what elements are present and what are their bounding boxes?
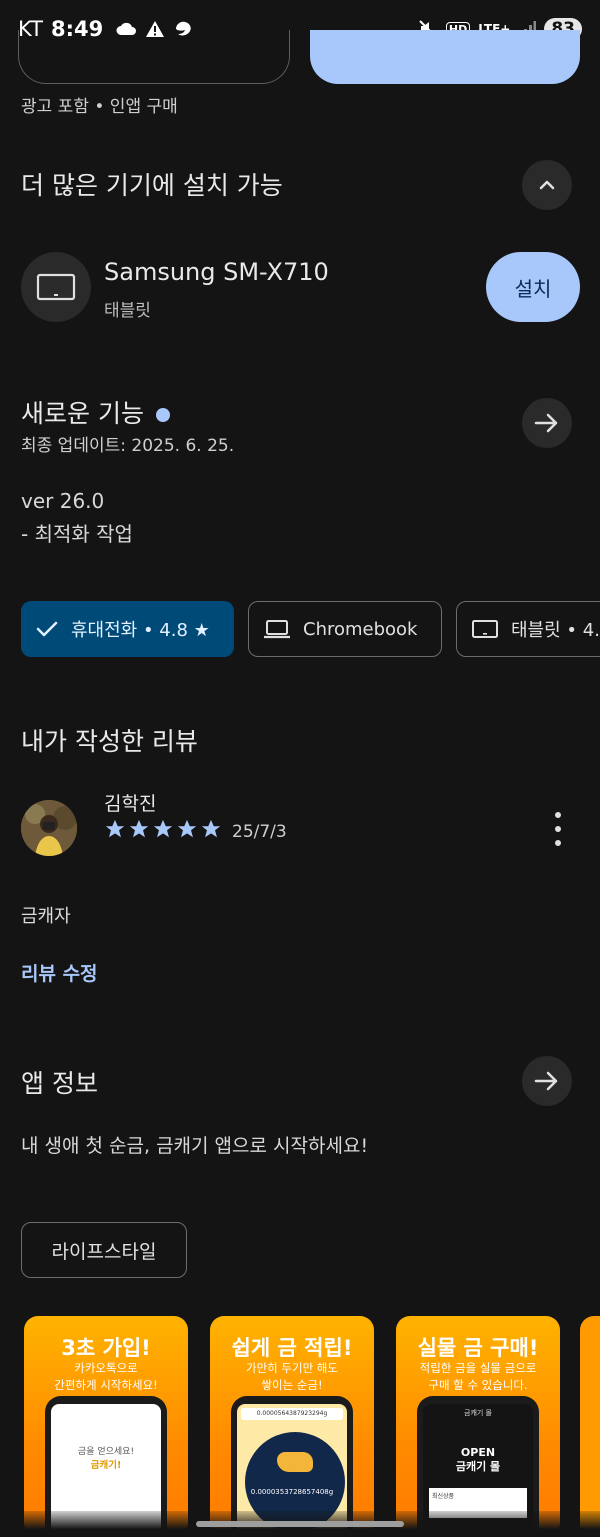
screen-value: 0.0000353728657408g (250, 1488, 334, 1496)
star-icon (129, 819, 149, 838)
screen-open-banner: OPEN 금캐기 몰 (455, 1446, 501, 1473)
star-rating (104, 818, 222, 840)
open-button[interactable] (310, 30, 580, 84)
review-text: 금캐자 (21, 906, 71, 927)
gold-nugget-icon (277, 1452, 313, 1472)
chip-tablet-label: 태블릿 • 4.9 (511, 620, 600, 641)
tablet-icon (36, 273, 76, 301)
more-vert-icon (555, 840, 561, 846)
screenshot-headline: 실물 금 구매! (417, 1336, 539, 1360)
review-date: 25/7/3 (232, 822, 287, 842)
screen-topbar: 금캐기 몰 (464, 1409, 492, 1417)
ads-inapp-label: 광고 포함 • 인앱 구매 (21, 97, 178, 117)
chip-phone-label: 휴대전화 • 4.8 ★ (71, 620, 210, 641)
arrow-right-icon (534, 1071, 558, 1091)
screen-text: 금을 얻으세요! (77, 1447, 135, 1457)
version-text: ver 26.0 (21, 489, 105, 513)
more-vert-icon (555, 812, 561, 818)
chevron-up-icon (539, 180, 555, 190)
star-icon (177, 819, 197, 838)
avatar (21, 800, 77, 856)
chip-tablet[interactable]: 태블릿 • 4.9 (456, 601, 600, 657)
laptop-icon (263, 618, 291, 640)
chip-chromebook-label: Chromebook (303, 618, 418, 640)
app-info-arrow-button[interactable] (522, 1056, 572, 1106)
star-icon (201, 819, 221, 838)
device-name: Samsung SM-X710 (104, 258, 329, 286)
screenshot-4-edge[interactable] (580, 1316, 600, 1537)
category-chip[interactable]: 라이프스타일 (21, 1222, 187, 1278)
screenshot-subtitle: 적립한 금을 실물 금으로 구매 할 수 있습니다. (419, 1361, 537, 1392)
install-more-title: 더 많은 기기에 설치 가능 (21, 171, 283, 200)
tablet-icon (471, 618, 499, 640)
screen-balance-bar: 0.0000564387923294g (241, 1408, 343, 1420)
star-icon (153, 819, 173, 838)
home-indicator[interactable] (196, 1521, 404, 1527)
whats-new-arrow-button[interactable] (522, 398, 572, 448)
new-indicator-dot (155, 408, 170, 422)
release-notes: ver 26.0 - 최적화 작업 (21, 485, 133, 551)
edit-review-link[interactable]: 리뷰 수정 (21, 959, 98, 986)
last-updated: 최종 업데이트: 2025. 6. 25. (21, 436, 235, 456)
app-description: 내 생애 첫 순금, 금캐기 앱으로 시작하세요! (21, 1135, 369, 1157)
reviewer-name: 김학진 (104, 793, 157, 815)
review-more-options-button[interactable] (548, 812, 568, 846)
device-avatar (21, 252, 91, 322)
screenshot-headline: 쉽게 금 적립! (231, 1336, 353, 1360)
screenshot-3[interactable]: 실물 금 구매! 적립한 금을 실물 금으로 구매 할 수 있습니다. 금캐기 … (396, 1316, 560, 1537)
release-note-line: - 최적화 작업 (21, 522, 133, 546)
star-icon (105, 819, 125, 838)
whats-new-title-text: 새로운 기능 (21, 399, 144, 428)
install-button[interactable]: 설치 (486, 252, 580, 322)
my-review-title: 내가 작성한 리뷰 (21, 727, 198, 756)
check-icon (35, 619, 59, 639)
screenshot-1[interactable]: 3초 가입! 카카오톡으로 간편하게 시작하세요! 금을 얻으세요! 금캐기! (24, 1316, 188, 1537)
screenshot-headline: 3초 가입! (61, 1336, 151, 1360)
whats-new-title: 새로운 기능 (21, 394, 170, 430)
app-info-title: 앱 정보 (21, 1069, 98, 1098)
more-vert-icon (555, 826, 561, 832)
screen-text: 금캐기! (90, 1460, 122, 1471)
device-type: 태블릿 (104, 301, 151, 321)
screenshot-2[interactable]: 쉽게 금 적립! 가만히 두기만 해도 쌓이는 순금! 0.0000564387… (210, 1316, 374, 1537)
chip-chromebook[interactable]: Chromebook (248, 601, 442, 657)
screenshot-subtitle: 가만히 두기만 해도 쌓이는 순금! (246, 1361, 338, 1392)
arrow-right-icon (534, 413, 558, 433)
collapse-button[interactable] (522, 160, 572, 210)
screenshot-subtitle: 카카오톡으로 간편하게 시작하세요! (54, 1361, 158, 1392)
chip-phone[interactable]: 휴대전화 • 4.8 ★ (21, 601, 234, 657)
uninstall-button[interactable] (18, 30, 290, 84)
